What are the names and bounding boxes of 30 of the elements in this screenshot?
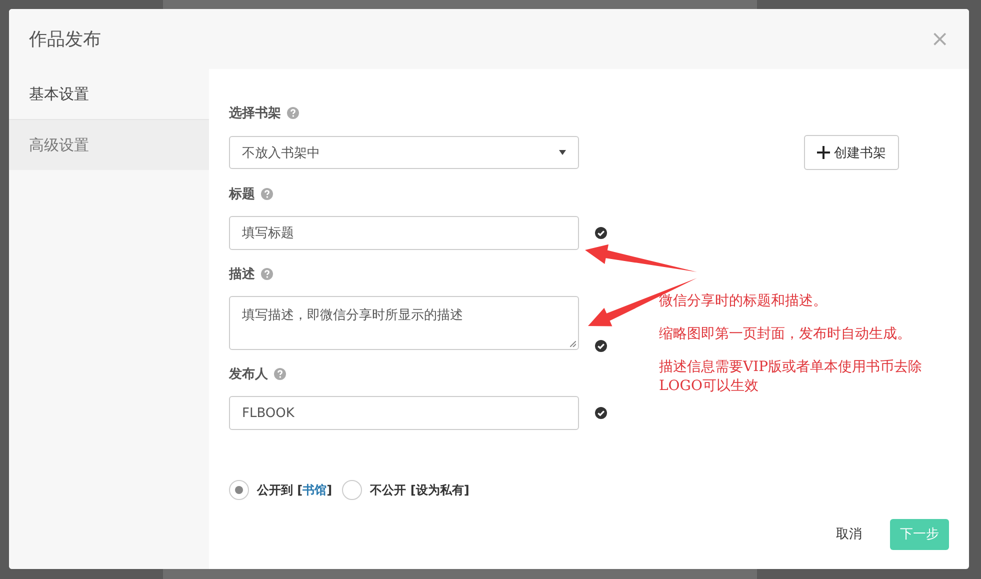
help-icon (261, 188, 273, 200)
check-icon (595, 227, 607, 239)
check-icon (595, 340, 607, 352)
shelf-select[interactable]: 不放入书架中 (229, 136, 579, 169)
check-icon (595, 407, 607, 419)
plus-icon (817, 146, 830, 159)
field-label: 发布人 (229, 366, 268, 383)
field-label: 描述 (229, 266, 255, 283)
cancel-button[interactable]: 取消 (822, 517, 876, 551)
radio-button[interactable] (229, 480, 249, 500)
annotation-text: 描述信息需要VIP版或者单本使用书币去除LOGO可以生效 (659, 358, 924, 396)
input-field[interactable]: 填写描述，即微信分享时所显示的描述 (229, 296, 579, 350)
radio-label: 公开到 [书馆] (257, 482, 332, 498)
help-icon (274, 368, 286, 380)
radio-button[interactable] (342, 480, 362, 500)
library-link[interactable]: 书馆 (302, 482, 327, 496)
help-icon (261, 268, 273, 280)
field-label: 选择书架 (229, 105, 281, 122)
radio-label: 不公开 [设为私有] (370, 482, 470, 498)
help-icon (287, 107, 299, 119)
field-label: 标题 (229, 186, 255, 203)
caret-icon (559, 150, 566, 155)
sidebar-tab[interactable]: 高级设置 (9, 120, 209, 170)
resize-grip-icon[interactable] (570, 341, 576, 347)
annotation-text: 缩略图即第一页封面，发布时自动生成。 (659, 325, 912, 344)
input-field[interactable]: FLBOOK (229, 396, 579, 430)
annotation-text: 微信分享时的标题和描述。 (659, 292, 828, 311)
dialog-title: 作品发布 (29, 28, 101, 51)
input-field[interactable]: 填写标题 (229, 216, 579, 250)
create-shelf-button[interactable]: 创建书架 (804, 135, 899, 170)
